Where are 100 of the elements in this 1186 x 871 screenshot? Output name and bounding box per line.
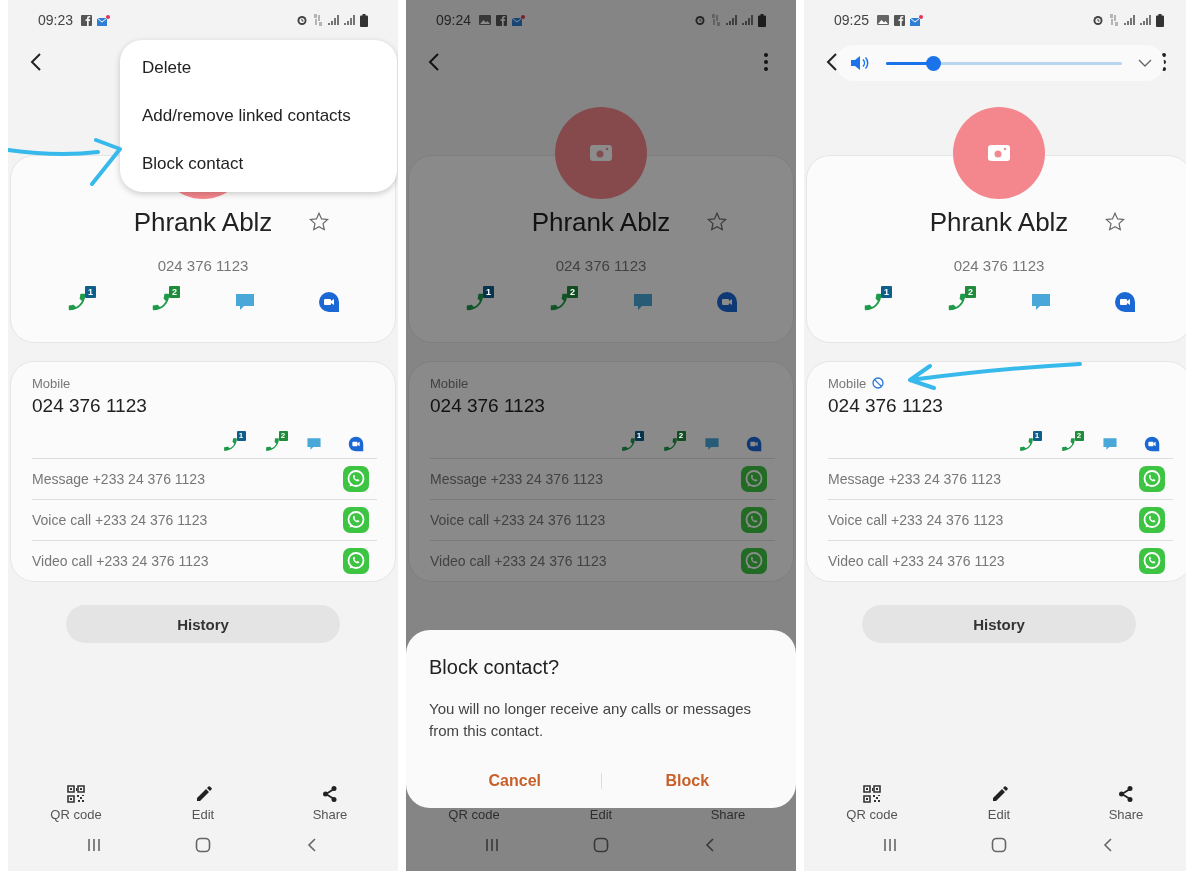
- phone-icon[interactable]: [150, 291, 172, 313]
- volume-slider[interactable]: [886, 55, 1122, 71]
- message-icon[interactable]: [632, 291, 654, 313]
- message-icon[interactable]: [704, 436, 720, 452]
- action-label[interactable]: QR code: [846, 807, 898, 823]
- back-icon[interactable]: [826, 52, 838, 72]
- star-icon[interactable]: [706, 211, 729, 233]
- whatsapp-icon[interactable]: [343, 548, 369, 574]
- action-label[interactable]: QR code: [448, 807, 500, 823]
- whatsapp-action[interactable]: Video call +233 24 376 1123: [828, 553, 1005, 569]
- phone-icon[interactable]: [464, 291, 486, 313]
- facebook-icon: [81, 14, 93, 26]
- star-icon[interactable]: [1104, 211, 1127, 233]
- phone-icon[interactable]: [263, 435, 281, 453]
- action-label[interactable]: Share: [710, 807, 746, 823]
- action-label[interactable]: Edit: [191, 807, 215, 823]
- dialog-title: Block contact?: [429, 655, 561, 680]
- phone-icon[interactable]: [661, 435, 679, 453]
- recent-apps-icon[interactable]: [882, 837, 898, 853]
- sim-badge: 1: [1032, 430, 1042, 441]
- phone-icon[interactable]: [946, 291, 968, 313]
- speaker-icon[interactable]: [850, 55, 870, 71]
- contact-number: 024 376 1123: [156, 256, 250, 276]
- phone-icon[interactable]: [66, 291, 88, 313]
- phone-icon[interactable]: [619, 435, 637, 453]
- share-icon[interactable]: [321, 785, 339, 803]
- history-button[interactable]: History: [862, 605, 1136, 643]
- action-label[interactable]: Edit: [987, 807, 1011, 823]
- signal-icon: [742, 14, 753, 26]
- whatsapp-icon[interactable]: [343, 507, 369, 533]
- dialog-button[interactable]: Block: [601, 766, 773, 796]
- message-icon[interactable]: [1030, 291, 1052, 313]
- pencil-icon[interactable]: [990, 785, 1008, 803]
- sim-badge: 1: [85, 286, 96, 298]
- whatsapp-action[interactable]: Message +233 24 376 1123: [430, 471, 603, 487]
- phone-icon[interactable]: [221, 435, 239, 453]
- whatsapp-action[interactable]: Video call +233 24 376 1123: [32, 553, 209, 569]
- signal-icon: [328, 14, 339, 26]
- signal-icon: [1124, 14, 1135, 26]
- home-icon[interactable]: [593, 837, 609, 853]
- phone-icon[interactable]: [1059, 435, 1077, 453]
- whatsapp-icon[interactable]: [1139, 548, 1165, 574]
- history-button[interactable]: History: [66, 605, 340, 643]
- status-time: 09:23: [38, 12, 74, 28]
- chevron-down-icon[interactable]: [1138, 59, 1152, 67]
- number-label: Mobile: [430, 375, 469, 391]
- whatsapp-action[interactable]: Video call +233 24 376 1123: [430, 553, 607, 569]
- message-icon[interactable]: [234, 291, 256, 313]
- video-call-icon[interactable]: [1144, 436, 1160, 452]
- data-icon: [711, 14, 721, 26]
- share-icon[interactable]: [1117, 785, 1135, 803]
- pencil-icon[interactable]: [194, 785, 212, 803]
- sim-badge: 1: [881, 286, 892, 298]
- qr-code-icon[interactable]: [863, 785, 881, 803]
- signal-icon: [726, 14, 737, 26]
- action-label[interactable]: Share: [1108, 807, 1144, 823]
- phone-icon[interactable]: [1017, 435, 1035, 453]
- status-time: 09:24: [436, 12, 472, 28]
- phone-number: 024 376 1123: [430, 394, 546, 418]
- whatsapp-action[interactable]: Message +233 24 376 1123: [828, 471, 1001, 487]
- video-call-icon[interactable]: [746, 436, 762, 452]
- dialog-message: You will no longer receive any calls or messages from this contact.: [429, 699, 753, 741]
- battery-icon: [1156, 13, 1164, 27]
- camera-icon: [988, 145, 1010, 161]
- home-icon[interactable]: [195, 837, 211, 853]
- signal-icon: [1140, 14, 1151, 26]
- home-icon[interactable]: [991, 837, 1007, 853]
- number-label: Mobile: [32, 375, 71, 391]
- sim-badge: 1: [634, 430, 644, 441]
- recent-apps-icon[interactable]: [86, 837, 102, 853]
- whatsapp-icon[interactable]: [343, 466, 369, 492]
- whatsapp-icon[interactable]: [1139, 466, 1165, 492]
- whatsapp-action[interactable]: Voice call +233 24 376 1123: [828, 512, 1004, 528]
- star-icon[interactable]: [308, 211, 331, 233]
- phone-icon[interactable]: [548, 291, 570, 313]
- video-call-icon[interactable]: [348, 436, 364, 452]
- message-icon[interactable]: [306, 436, 322, 452]
- menu-item[interactable]: Add/remove linked contacts: [120, 92, 397, 140]
- qr-code-icon[interactable]: [67, 785, 85, 803]
- video-call-icon[interactable]: [1114, 291, 1136, 313]
- recent-apps-icon[interactable]: [484, 837, 500, 853]
- phone-icon[interactable]: [862, 291, 884, 313]
- back-icon[interactable]: [30, 52, 42, 72]
- whatsapp-action[interactable]: Voice call +233 24 376 1123: [32, 512, 208, 528]
- video-call-icon[interactable]: [318, 291, 340, 313]
- signal-icon: [344, 14, 355, 26]
- message-icon[interactable]: [1102, 436, 1118, 452]
- video-call-icon[interactable]: [716, 291, 738, 313]
- action-label[interactable]: Edit: [589, 807, 613, 823]
- whatsapp-action[interactable]: Message +233 24 376 1123: [32, 471, 205, 487]
- menu-item[interactable]: Block contact: [120, 140, 397, 188]
- menu-item[interactable]: Delete: [120, 44, 397, 92]
- action-label[interactable]: QR code: [50, 807, 102, 823]
- facebook-icon: [496, 14, 508, 26]
- action-label[interactable]: Share: [312, 807, 348, 823]
- whatsapp-icon[interactable]: [1139, 507, 1165, 533]
- whatsapp-action[interactable]: Voice call +233 24 376 1123: [430, 512, 606, 528]
- phone-number: 024 376 1123: [32, 394, 148, 418]
- mail-icon: [512, 14, 526, 26]
- dialog-button[interactable]: Cancel: [429, 766, 601, 796]
